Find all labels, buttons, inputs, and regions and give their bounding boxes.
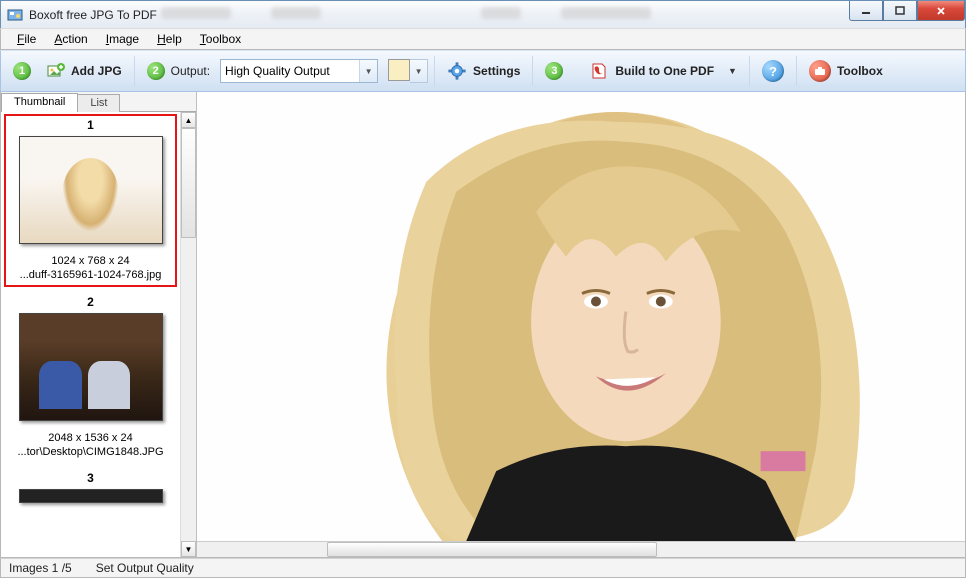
- thumb-number: 1: [8, 118, 173, 132]
- thumb-dimensions: 2048 x 1536 x 24: [8, 431, 173, 445]
- thumb-image: [19, 489, 163, 503]
- toolbox-button[interactable]: Toolbox: [803, 58, 889, 84]
- thumb-filename: ...tor\Desktop\CIMG1848.JPG: [8, 445, 173, 459]
- thumbnail-item[interactable]: 2 2048 x 1536 x 24 ...tor\Desktop\CIMG18…: [4, 291, 177, 464]
- gear-icon: [447, 61, 467, 81]
- tab-list[interactable]: List: [77, 94, 120, 112]
- background-color-swatch[interactable]: [388, 59, 410, 81]
- settings-button[interactable]: Settings: [441, 59, 526, 83]
- background-blur: [161, 7, 651, 19]
- output-quality-value: High Quality Output: [225, 64, 330, 78]
- scroll-up-button[interactable]: ▲: [181, 112, 196, 128]
- build-pdf-label: Build to One PDF: [615, 64, 714, 78]
- scrollbar-thumb[interactable]: [181, 128, 196, 238]
- close-button[interactable]: [917, 1, 965, 21]
- app-icon: [7, 7, 23, 23]
- step3-badge: 3: [545, 62, 563, 80]
- window-title: Boxoft free JPG To PDF: [29, 8, 157, 22]
- build-pdf-button[interactable]: Build to One PDF ▼: [583, 59, 743, 83]
- settings-label: Settings: [473, 64, 520, 78]
- menu-file[interactable]: File: [9, 30, 44, 48]
- tab-thumbnail[interactable]: Thumbnail: [1, 93, 78, 112]
- output-quality-combo[interactable]: High Quality Output ▼: [220, 59, 378, 83]
- toolbar: 1 Add JPG 2 Output: High Quality Output …: [0, 50, 966, 92]
- step2-group: 2 Output:: [141, 60, 216, 82]
- menu-image[interactable]: Image: [98, 30, 147, 48]
- thumbnail-item[interactable]: 3: [4, 467, 177, 517]
- help-button[interactable]: ?: [756, 58, 790, 84]
- step2-badge: 2: [147, 62, 165, 80]
- thumb-image: [19, 313, 163, 421]
- scroll-down-button[interactable]: ▼: [181, 541, 196, 557]
- menu-action[interactable]: Action: [46, 30, 95, 48]
- preview-pane: [197, 92, 965, 557]
- color-dropdown[interactable]: ▼: [410, 59, 428, 83]
- status-image-counter: Images 1 /5: [9, 561, 72, 575]
- thumb-number: 2: [8, 295, 173, 309]
- toolbox-icon: [809, 60, 831, 82]
- panel-tabs: Thumbnail List: [1, 92, 196, 112]
- window-controls: [849, 1, 965, 21]
- menu-toolbox[interactable]: Toolbox: [192, 30, 249, 48]
- thumb-image: [19, 136, 163, 244]
- titlebar: Boxoft free JPG To PDF: [0, 0, 966, 28]
- step1-group: 1: [7, 60, 37, 82]
- add-jpg-button[interactable]: Add JPG: [41, 60, 128, 82]
- status-message: Set Output Quality: [96, 561, 194, 575]
- thumb-filename: ...duff-3165961-1024-768.jpg: [8, 268, 173, 282]
- minimize-button[interactable]: [849, 1, 883, 21]
- pdf-icon: [589, 61, 609, 81]
- left-panel: Thumbnail List 1 1024 x 768 x 24 ...duff…: [1, 92, 197, 557]
- thumbnail-item[interactable]: 1 1024 x 768 x 24 ...duff-3165961-1024-7…: [4, 114, 177, 287]
- scrollbar-thumb[interactable]: [327, 542, 657, 557]
- preview-image: [197, 92, 965, 541]
- statusbar: Images 1 /5 Set Output Quality: [0, 558, 966, 578]
- horizontal-scrollbar[interactable]: [197, 541, 965, 557]
- main-area: Thumbnail List 1 1024 x 768 x 24 ...duff…: [0, 92, 966, 558]
- help-icon: ?: [762, 60, 784, 82]
- step3-group: 3: [539, 60, 569, 82]
- toolbox-label: Toolbox: [837, 64, 883, 78]
- thumb-dimensions: 1024 x 768 x 24: [8, 254, 173, 268]
- vertical-scrollbar[interactable]: ▲ ▼: [180, 112, 196, 557]
- step1-badge: 1: [13, 62, 31, 80]
- menu-help[interactable]: Help: [149, 30, 190, 48]
- thumbnail-list: 1 1024 x 768 x 24 ...duff-3165961-1024-7…: [1, 112, 180, 557]
- menubar: File Action Image Help Toolbox: [0, 28, 966, 50]
- chevron-down-icon: ▼: [728, 66, 737, 76]
- add-jpg-icon: [47, 62, 65, 80]
- thumb-number: 3: [8, 471, 173, 485]
- output-label: Output:: [171, 64, 210, 78]
- maximize-button[interactable]: [883, 1, 917, 21]
- add-jpg-label: Add JPG: [71, 64, 122, 78]
- chevron-down-icon: ▼: [359, 60, 377, 82]
